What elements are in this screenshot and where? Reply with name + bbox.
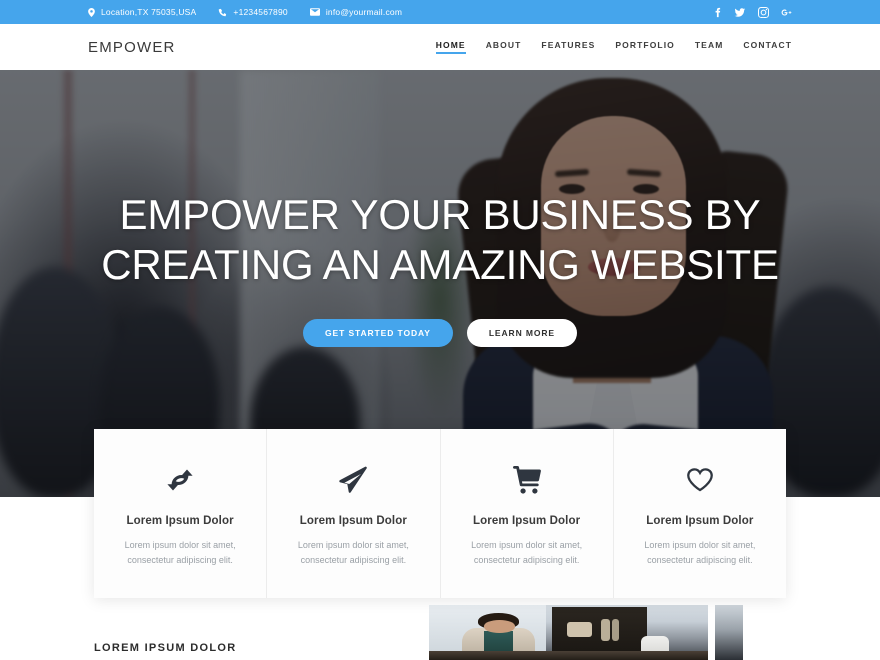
feature-title: Lorem Ipsum Dolor xyxy=(646,515,754,527)
feature-cards: Lorem Ipsum Dolor Lorem ipsum dolor sit … xyxy=(94,429,786,598)
refresh-icon xyxy=(120,463,240,497)
learn-more-button[interactable]: LEARN MORE xyxy=(466,319,577,348)
facebook-icon[interactable] xyxy=(711,6,723,18)
main-navbar: EMPOWER HOME ABOUT FEATURES PORTFOLIO TE… xyxy=(0,24,880,70)
heart-icon xyxy=(640,463,760,497)
google-plus-icon[interactable] xyxy=(780,6,792,18)
feature-card-1[interactable]: Lorem Ipsum Dolor Lorem ipsum dolor sit … xyxy=(94,429,268,598)
top-contact-bar: Location,TX 75035,USA +1234567890 info@y… xyxy=(0,0,880,24)
social-links xyxy=(711,6,792,18)
feature-card-2[interactable]: Lorem Ipsum Dolor Lorem ipsum dolor sit … xyxy=(267,429,441,598)
top-contact-list: Location,TX 75035,USA +1234567890 info@y… xyxy=(88,7,402,17)
contact-email-text: info@yourmail.com xyxy=(325,7,403,17)
contact-phone-text: +1234567890 xyxy=(233,7,288,17)
nav-item-about[interactable]: ABOUT xyxy=(486,40,522,54)
feature-card-3[interactable]: Lorem Ipsum Dolor Lorem ipsum dolor sit … xyxy=(441,429,614,598)
twitter-icon[interactable] xyxy=(734,6,746,18)
nav-menu: HOME ABOUT FEATURES PORTFOLIO TEAM CONTA… xyxy=(435,40,792,54)
paper-plane-icon xyxy=(293,463,413,497)
nav-item-home[interactable]: HOME xyxy=(435,40,466,54)
shopping-cart-icon xyxy=(467,463,587,497)
about-image-secondary xyxy=(715,605,743,660)
contact-email[interactable]: info@yourmail.com xyxy=(309,7,403,17)
feature-card-4[interactable]: Lorem Ipsum Dolor Lorem ipsum dolor sit … xyxy=(614,429,786,598)
about-text-column: LOREM IPSUM DOLOR xyxy=(94,642,394,654)
landing-page: Location,TX 75035,USA +1234567890 info@y… xyxy=(0,0,880,660)
hero-buttons: GET STARTED TODAY LEARN MORE xyxy=(303,319,577,348)
contact-location[interactable]: Location,TX 75035,USA xyxy=(88,7,196,17)
site-logo[interactable]: EMPOWER xyxy=(88,39,176,56)
about-image-main xyxy=(429,605,708,660)
feature-title: Lorem Ipsum Dolor xyxy=(126,515,234,527)
nav-item-contact[interactable]: CONTACT xyxy=(743,40,792,54)
feature-title: Lorem Ipsum Dolor xyxy=(299,515,407,527)
nav-item-portfolio[interactable]: PORTFOLIO xyxy=(615,40,674,54)
feature-description: Lorem ipsum dolor sit amet, consectetur … xyxy=(124,540,236,565)
nav-item-team[interactable]: TEAM xyxy=(695,40,723,54)
hero-title: EMPOWER YOUR BUSINESS BY CREATING AN AMA… xyxy=(101,191,779,288)
envelope-icon xyxy=(309,8,320,16)
feature-description: Lorem ipsum dolor sit amet, consectetur … xyxy=(471,540,583,565)
about-kicker: LOREM IPSUM DOLOR xyxy=(94,642,237,654)
contact-location-text: Location,TX 75035,USA xyxy=(101,7,197,17)
phone-icon xyxy=(218,8,227,17)
map-marker-icon xyxy=(88,7,95,17)
feature-description: Lorem ipsum dolor sit amet, consectetur … xyxy=(644,540,756,565)
nav-item-features[interactable]: FEATURES xyxy=(541,40,595,54)
feature-description: Lorem ipsum dolor sit amet, consectetur … xyxy=(297,540,409,565)
about-image-group xyxy=(429,605,743,660)
instagram-icon[interactable] xyxy=(757,6,769,18)
contact-phone[interactable]: +1234567890 xyxy=(218,7,288,17)
feature-title: Lorem Ipsum Dolor xyxy=(473,515,581,527)
get-started-button[interactable]: GET STARTED TODAY xyxy=(303,319,453,348)
